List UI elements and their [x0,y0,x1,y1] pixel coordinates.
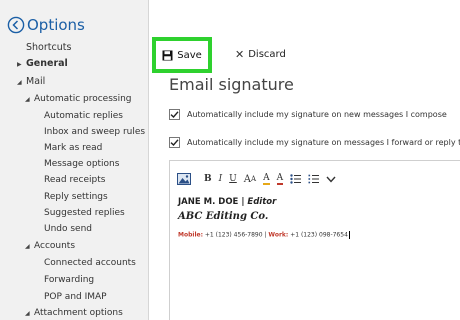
sidebar-item-label: Shortcuts [26,42,72,53]
sidebar-item-label: General [26,58,68,69]
numbered-list-icon [308,174,320,184]
sidebar-item-label: Suggested replies [44,208,125,218]
sidebar-item-label: Mail [26,76,46,87]
sidebar-item-reply-settings[interactable]: Reply settings [44,191,108,204]
email-signature-panel: Save ✕ Discard Email signature Automatic… [149,0,460,320]
sidebar-item-message-options[interactable]: Message options [44,158,119,171]
collapse-caret-icon: ◢ [25,310,30,317]
sidebar-item-label: Inbox and sweep rules [44,127,146,137]
sidebar-item-undo-send[interactable]: Undo send [44,223,92,236]
sidebar-item-label: Automatic processing [34,94,132,104]
new-messages-checkbox[interactable] [169,108,180,120]
sidebar-item-general[interactable]: ▶ General [17,57,68,70]
sidebar-item-label: Attachment options [34,308,123,318]
bulleted-list-button[interactable] [290,171,302,187]
highlight-icon: A [263,172,270,185]
format-toolbar: B I U AA A A [177,171,343,187]
numbered-list-button[interactable] [308,171,320,187]
sidebar-item-label: Connected accounts [44,258,136,268]
sidebar-item-label: Automatic replies [44,111,123,121]
checkmark-icon [170,110,179,118]
discard-button[interactable]: ✕ Discard [235,46,286,62]
sidebar-item-label: Read receipts [44,175,106,185]
collapse-caret-icon: ◢ [25,243,30,250]
option-forward-reply[interactable]: Automatically include my signature on me… [169,135,460,149]
increase-font-size-button[interactable]: AA [244,171,256,187]
save-disk-icon [162,50,173,60]
signature-name: JANE M. DOE [178,197,239,207]
sidebar-item-suggested-replies[interactable]: Suggested replies [44,207,125,220]
options-title: Options [27,16,85,34]
sidebar-item-pop-imap[interactable]: POP and IMAP [44,291,107,304]
sidebar-item-label: POP and IMAP [44,292,107,302]
signature-phone-line: Mobile: +1 (123) 456-7890 | Work: +1 (12… [178,231,350,239]
forward-reply-checkbox[interactable] [169,136,180,148]
font-color-button[interactable]: A [276,171,284,187]
sidebar-item-accounts[interactable]: ◢ Accounts [25,240,75,253]
sidebar-item-connected-accounts[interactable]: Connected accounts [44,257,136,270]
text-cursor [348,231,350,239]
bulleted-list-icon [290,174,302,184]
back-arrow-icon [7,16,25,34]
chevron-down-icon [326,176,336,183]
signature-role: Editor [247,197,277,207]
sidebar-item-attachment-options[interactable]: ◢ Attachment options [25,307,123,320]
underline-icon: U [229,174,237,184]
font-size-large-icon: A [243,173,251,185]
italic-button[interactable]: I [219,171,223,187]
option-new-messages[interactable]: Automatically include my signature on ne… [169,107,447,121]
insert-image-button[interactable] [177,171,191,187]
mobile-label: Mobile: [178,231,203,239]
underline-button[interactable]: U [229,171,237,187]
signature-company: ABC Editing Co. [178,211,269,222]
sidebar-item-shortcuts[interactable]: Shortcuts [26,41,71,54]
sidebar-item-automatic-processing[interactable]: ◢ Automatic processing [25,93,132,106]
save-label: Save [177,49,202,61]
more-options-button[interactable] [326,171,336,187]
sidebar-item-mail[interactable]: ◢ Mail [17,75,45,88]
checkmark-icon [170,138,179,146]
close-icon: ✕ [235,47,245,61]
page-title: Email signature [169,75,294,94]
font-size-small-icon: A [251,175,257,183]
sidebar-item-label: Reply settings [44,192,108,202]
sidebar-item-label: Mark as read [44,143,103,153]
back-to-options[interactable]: Options [7,14,85,36]
sidebar-item-label: Undo send [44,224,93,234]
new-messages-label: Automatically include my signature on ne… [187,109,447,119]
font-color-icon: A [276,172,284,185]
expand-caret-icon: ▶ [17,61,22,68]
sidebar-item-label: Forwarding [44,275,95,285]
signature-name-line: JANE M. DOE | Editor [178,197,276,207]
mobile-number: +1 (123) 456-7890 | [202,231,269,239]
italic-icon: I [218,174,223,184]
bold-icon: B [204,174,212,184]
discard-label: Discard [248,48,286,60]
options-sidebar: Options Shortcuts ▶ General ◢ Mail ◢ Automa… [0,0,148,320]
bold-button[interactable]: B [204,171,212,187]
work-number: +1 (123) 098-7654 [288,231,348,239]
work-label: Work: [268,231,289,239]
signature-editor[interactable]: B I U AA A A JANE M. DOE | Editor ABC Ed… [169,160,460,320]
sidebar-item-inbox-sweep-rules[interactable]: Inbox and sweep rules [44,126,145,139]
sidebar-item-read-receipts[interactable]: Read receipts [44,174,105,187]
collapse-caret-icon: ◢ [17,79,22,86]
insert-image-icon [177,173,191,185]
sidebar-item-label: Accounts [34,241,76,251]
sidebar-item-label: Message options [44,159,120,169]
save-button[interactable]: Save [152,37,212,73]
sidebar-item-mark-as-read[interactable]: Mark as read [44,142,102,155]
sidebar-item-automatic-replies[interactable]: Automatic replies [44,110,123,123]
sidebar-item-forwarding[interactable]: Forwarding [44,274,94,287]
highlight-button[interactable]: A [263,171,270,187]
forward-reply-label: Automatically include my signature on me… [187,137,460,147]
collapse-caret-icon: ◢ [25,96,30,103]
